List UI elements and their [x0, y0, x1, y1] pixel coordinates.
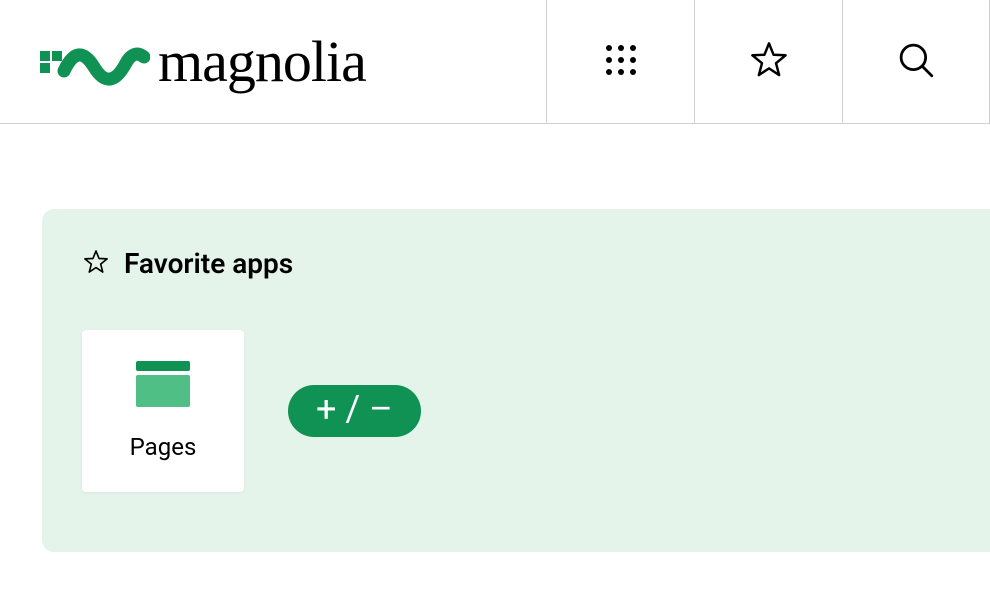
favorites-title: Favorite apps — [124, 247, 293, 280]
app-header: magnolia — [0, 0, 990, 124]
app-launcher-button[interactable] — [546, 0, 694, 123]
brand-logo[interactable]: magnolia — [0, 0, 546, 123]
favorites-body: Pages + / – — [82, 330, 950, 492]
star-icon — [748, 39, 790, 85]
pages-icon — [136, 361, 190, 411]
add-remove-label: + / – — [316, 391, 393, 427]
search-icon — [895, 39, 937, 85]
app-tile-label: Pages — [130, 433, 197, 461]
favorites-panel: Favorite apps Pages + / – — [42, 209, 990, 552]
star-icon — [82, 248, 110, 280]
favorites-header: Favorite apps — [82, 247, 950, 280]
brand-name: magnolia — [158, 28, 366, 95]
add-remove-favorites-button[interactable]: + / – — [288, 385, 421, 437]
header-actions — [546, 0, 990, 123]
main-content: Favorite apps Pages + / – — [0, 124, 990, 552]
app-tile-pages[interactable]: Pages — [82, 330, 244, 492]
brand-mark-icon — [40, 37, 150, 87]
search-button[interactable] — [842, 0, 990, 123]
favorites-button[interactable] — [694, 0, 842, 123]
grid-dots-icon — [602, 41, 640, 83]
